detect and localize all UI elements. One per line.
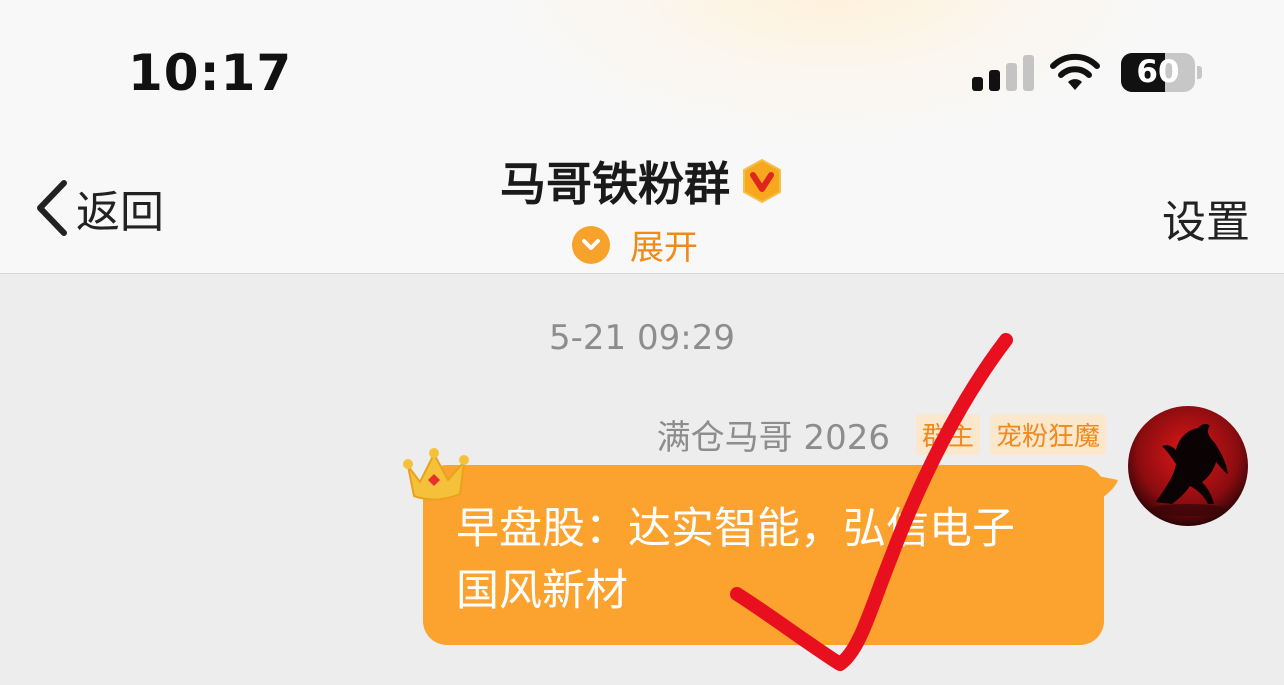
wifi-icon	[1050, 53, 1100, 90]
message-line: 国风新材	[456, 566, 628, 616]
battery-icon: 60	[1121, 53, 1195, 92]
expand-chevron-icon	[572, 225, 610, 264]
settings-button[interactable]: 设置	[1162, 186, 1250, 250]
verified-v-badge-icon	[743, 158, 781, 204]
expand-label: 展开	[630, 228, 698, 268]
battery-level: 60	[1136, 54, 1180, 90]
status-time: 10:17	[128, 44, 293, 102]
message-text: 早盘股：达实智能，弘信电子 国风新材	[456, 498, 1086, 622]
group-title: 马哥铁粉群	[500, 157, 730, 211]
battery-tip	[1197, 66, 1202, 79]
bubble-tail	[1098, 476, 1118, 498]
sender-name: 满仓马哥 2026	[656, 418, 890, 458]
expand-button[interactable]: 展开	[572, 220, 698, 269]
owner-tag: 群主	[915, 414, 980, 455]
cellular-signal-icon	[972, 55, 1034, 91]
message-line: 早盘股：达实智能，弘信电子	[456, 504, 1015, 554]
message-timestamp: 5-21 09:29	[549, 318, 735, 358]
horse-avatar[interactable]	[1128, 406, 1248, 526]
crown-icon	[403, 448, 469, 501]
sender-row: 满仓马哥 2026 群主 宠粉狂魔	[657, 410, 1106, 459]
nav-title: 马哥铁粉群	[0, 148, 1284, 214]
fan-tag: 宠粉狂魔	[989, 414, 1106, 455]
